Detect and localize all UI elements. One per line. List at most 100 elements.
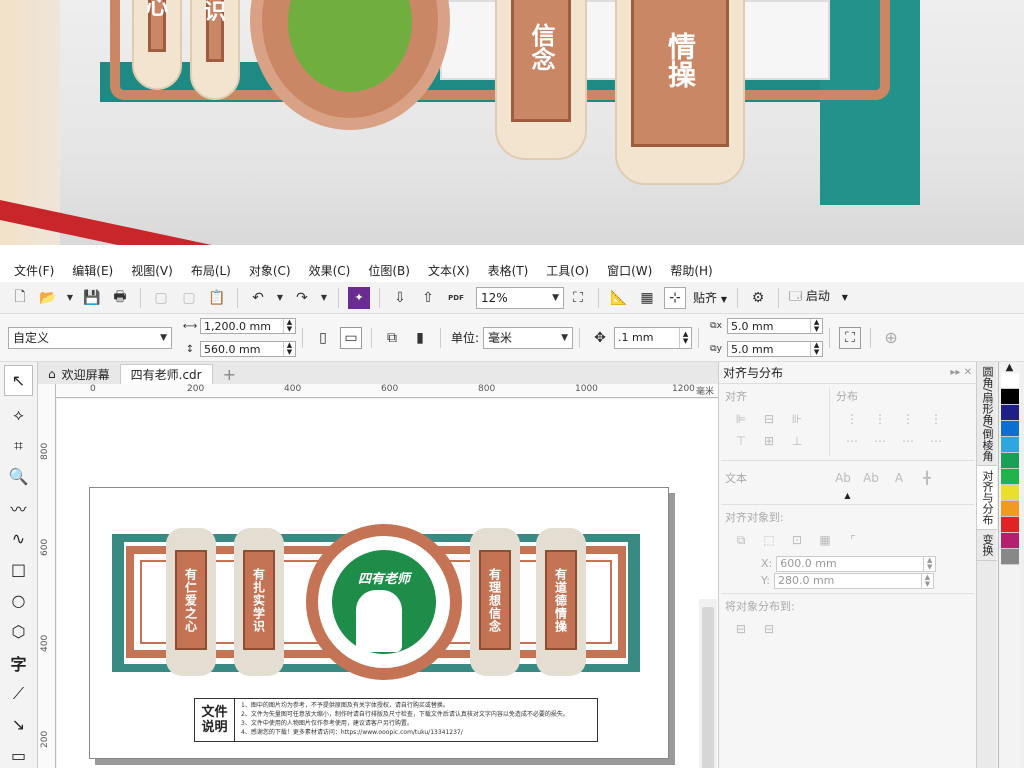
menu-item-8[interactable]: 表格(T) bbox=[488, 262, 529, 279]
color-swatch[interactable] bbox=[1001, 405, 1019, 421]
align-left-icon[interactable]: ⊫ bbox=[727, 408, 755, 430]
menu-item-5[interactable]: 效果(C) bbox=[309, 262, 351, 279]
design-plaque-3[interactable]: 有理想信念 bbox=[470, 528, 520, 676]
open-dropdown-icon[interactable]: ▼ bbox=[65, 287, 75, 309]
drawing-canvas[interactable]: 四有老师 有仁爱之心 有扎实学识 有理想信念 有道德情操 文件 说明 1、图中的图… bbox=[57, 399, 718, 768]
undo-dropdown-icon[interactable]: ▼ bbox=[275, 287, 285, 309]
sidetab-transform[interactable]: 变换 bbox=[977, 530, 997, 562]
color-swatch[interactable] bbox=[1001, 549, 1019, 565]
all-pages-icon[interactable]: ⧉ bbox=[381, 327, 403, 349]
page-size-preset-dropdown[interactable]: 自定义 ▼ bbox=[8, 326, 172, 349]
pick-tool-icon[interactable]: ↖ bbox=[4, 365, 33, 396]
zoom-tool-icon[interactable]: 🔍 bbox=[0, 461, 37, 492]
horizontal-ruler[interactable]: 毫米 0 200 400 600 800 1000 1200 bbox=[56, 384, 718, 398]
polygon-tool-icon[interactable]: ⬡ bbox=[0, 616, 37, 647]
menu-item-2[interactable]: 视图(V) bbox=[131, 262, 173, 279]
menu-item-1[interactable]: 编辑(E) bbox=[72, 262, 113, 279]
rectangle-tool-icon[interactable]: □ bbox=[0, 554, 37, 585]
zoom-level-dropdown[interactable]: 12% ▼ bbox=[476, 286, 564, 309]
vertical-scrollbar[interactable] bbox=[699, 599, 717, 768]
vertical-ruler[interactable]: 800 600 400 200 bbox=[38, 384, 56, 768]
search-content-icon[interactable]: ✦ bbox=[348, 286, 370, 309]
grid-icon[interactable]: ▦ bbox=[811, 529, 839, 551]
color-swatch[interactable] bbox=[1001, 421, 1019, 437]
distribute-top-icon[interactable]: ⋯ bbox=[838, 430, 866, 452]
export-icon[interactable]: ⇧ bbox=[417, 287, 439, 309]
docker-controls-icon[interactable]: ▸▸ ✕ bbox=[950, 367, 972, 378]
crop-tool-icon[interactable]: ⌗ bbox=[0, 430, 37, 461]
text-box-icon[interactable]: A bbox=[885, 467, 913, 489]
color-swatch[interactable] bbox=[1001, 501, 1019, 517]
color-swatch[interactable] bbox=[1001, 517, 1019, 533]
more-tools-icon[interactable]: ▭ bbox=[0, 740, 37, 768]
add-icon[interactable]: ⊕ bbox=[880, 327, 902, 349]
menu-item-3[interactable]: 布局(L) bbox=[191, 262, 231, 279]
sidetab-align-distribute[interactable]: 对齐与分布 bbox=[977, 466, 997, 531]
parallel-dimension-icon[interactable]: ⟋ bbox=[0, 678, 37, 709]
page-center-icon[interactable]: ⊡ bbox=[783, 529, 811, 551]
paste-icon[interactable]: 📋 bbox=[206, 287, 228, 309]
options-gear-icon[interactable]: ⚙ bbox=[747, 287, 769, 309]
units-dropdown[interactable]: 毫米 ▼ bbox=[483, 326, 574, 349]
new-tab-icon[interactable]: + bbox=[213, 364, 246, 384]
page-width-input[interactable]: 1,200.0 mm ▲ ▼ bbox=[200, 318, 296, 334]
application-launcher-button[interactable]: 🗔 启动 ▼ bbox=[789, 287, 848, 308]
open-folder-icon[interactable]: 📂 bbox=[37, 287, 59, 309]
show-grid-icon[interactable]: ▦ bbox=[636, 287, 658, 309]
full-screen-icon[interactable]: ⛶ bbox=[567, 287, 589, 309]
align-center-v-icon[interactable]: ⊞ bbox=[755, 430, 783, 452]
x-coordinate-input[interactable]: 600.0 mm ▲ ▼ bbox=[776, 555, 937, 572]
cut-icon[interactable]: ▢ bbox=[150, 287, 172, 309]
new-document-icon[interactable]: 🗋 bbox=[9, 287, 31, 309]
menu-item-0[interactable]: 文件(F) bbox=[14, 262, 54, 279]
show-guidelines-icon[interactable]: ⊹ bbox=[664, 286, 686, 309]
copy-icon[interactable]: ▢ bbox=[178, 287, 200, 309]
distribute-spacing-v-icon[interactable]: ⋯ bbox=[894, 430, 922, 452]
text-baseline-icon[interactable]: Ab bbox=[829, 467, 857, 489]
design-title[interactable]: 四有老师 bbox=[334, 568, 434, 587]
save-icon[interactable]: 💾 bbox=[81, 287, 103, 309]
current-page-icon[interactable]: ▮ bbox=[409, 327, 431, 349]
menu-item-4[interactable]: 对象(C) bbox=[249, 262, 291, 279]
undo-icon[interactable]: ↶ bbox=[247, 287, 269, 309]
menu-item-6[interactable]: 位图(B) bbox=[368, 262, 410, 279]
redo-dropdown-icon[interactable]: ▼ bbox=[319, 287, 329, 309]
color-swatch[interactable] bbox=[1001, 533, 1019, 549]
color-swatch[interactable] bbox=[1001, 373, 1019, 389]
artistic-media-icon[interactable]: ∿ bbox=[0, 523, 37, 554]
distribute-middle-icon[interactable]: ⋯ bbox=[866, 430, 894, 452]
design-plaque-2[interactable]: 有扎实学识 bbox=[234, 528, 284, 676]
text-tool-icon[interactable]: 字 bbox=[0, 647, 37, 678]
design-plaque-4[interactable]: 有道德情操 bbox=[536, 528, 586, 676]
color-swatch[interactable] bbox=[1001, 437, 1019, 453]
page-edge-icon[interactable]: ⬚ bbox=[755, 529, 783, 551]
connector-tool-icon[interactable]: ↘ bbox=[0, 709, 37, 740]
sidetab-fillet-scallop-chamfer[interactable]: 圆角/扇形角/倒棱角 bbox=[977, 362, 997, 467]
tab-welcome-screen[interactable]: ⌂ 欢迎屏幕 bbox=[38, 364, 120, 384]
color-swatch[interactable] bbox=[1001, 485, 1019, 501]
palette-scroll-up-icon[interactable]: ▲ bbox=[999, 362, 1020, 373]
specified-point-icon[interactable]: ⌜ bbox=[839, 529, 867, 551]
tab-document[interactable]: 四有老师.cdr bbox=[119, 364, 213, 384]
freehand-tool-icon[interactable]: 〰 bbox=[0, 492, 37, 523]
menu-item-7[interactable]: 文本(X) bbox=[428, 262, 470, 279]
selection-extent-icon[interactable]: ⊟ bbox=[727, 618, 755, 640]
import-icon[interactable]: ⇩ bbox=[389, 287, 411, 309]
duplicate-x-input[interactable]: 5.0 mm ▲ ▼ bbox=[727, 318, 824, 334]
ellipse-tool-icon[interactable]: ○ bbox=[0, 585, 37, 616]
text-line-icon[interactable]: Ab bbox=[857, 467, 885, 489]
portrait-icon[interactable]: ▯ bbox=[312, 327, 334, 349]
color-swatch[interactable] bbox=[1001, 389, 1019, 405]
distribute-bottom-icon[interactable]: ⋯ bbox=[922, 430, 950, 452]
page-extent-icon[interactable]: ⊟ bbox=[755, 618, 783, 640]
menu-item-9[interactable]: 工具(O) bbox=[546, 262, 589, 279]
active-objects-icon[interactable]: ⧉ bbox=[727, 529, 755, 551]
align-center-h-icon[interactable]: ⊟ bbox=[755, 408, 783, 430]
align-top-icon[interactable]: ⊤ bbox=[727, 430, 755, 452]
publish-pdf-icon[interactable]: PDF bbox=[445, 287, 467, 309]
nudge-distance-input[interactable]: .1 mm ▲ ▼ bbox=[614, 326, 693, 349]
collapse-arrow-icon[interactable]: ▲ bbox=[719, 491, 976, 500]
page-height-input[interactable]: 560.0 mm ▲ ▼ bbox=[200, 341, 296, 357]
document-page[interactable]: 四有老师 有仁爱之心 有扎实学识 有理想信念 有道德情操 文件 说明 1、图中的图… bbox=[89, 487, 669, 759]
print-icon[interactable]: 🖶 bbox=[109, 287, 131, 309]
